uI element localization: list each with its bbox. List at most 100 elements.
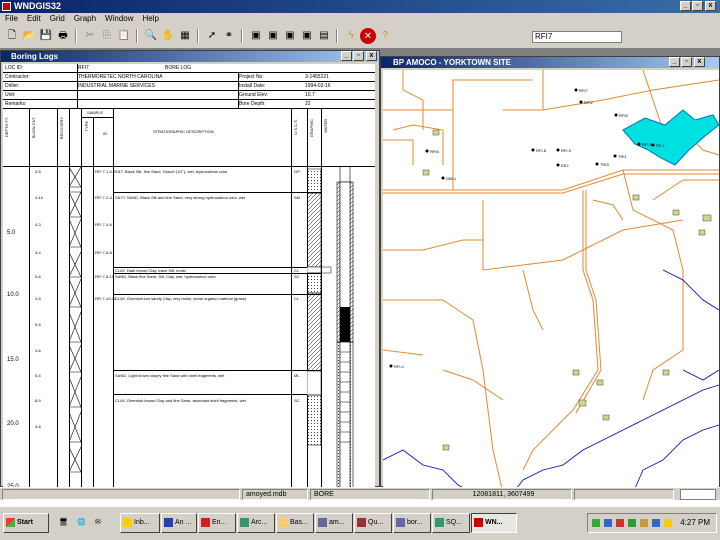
- status-cell-empty: [2, 489, 240, 500]
- ground-label: Ground Elev:: [239, 92, 269, 98]
- row-blow: 5-5: [35, 322, 41, 327]
- task-qu[interactable]: Qu...: [354, 513, 392, 533]
- well-construction-graphic: [307, 167, 354, 492]
- grid-line: [113, 294, 321, 295]
- status-bar: amoyed.mdb BORE 12081811, 3607499: [0, 487, 720, 500]
- row-uscs: SC: [294, 274, 300, 279]
- row-id: RFI 7-1-0-2: [95, 169, 116, 174]
- app-icon: [201, 517, 210, 527]
- bl-minimize-button[interactable]: _: [341, 51, 352, 61]
- print-icon[interactable]: 🖶: [55, 28, 71, 44]
- map-label: DW-1: [446, 176, 457, 181]
- menu-grid[interactable]: Grid: [50, 14, 65, 23]
- status-cell-empty: [574, 489, 674, 500]
- map-minimize-button[interactable]: _: [669, 57, 680, 67]
- menu-window[interactable]: Window: [105, 14, 133, 23]
- hdr-row-3: Driller: INDUSTRIAL MARINE SERVICES Inst…: [3, 82, 375, 91]
- task-sq[interactable]: SQ...: [432, 513, 470, 533]
- quicklaunch-desktop-icon[interactable]: 🖥: [56, 513, 72, 533]
- quicklaunch-outlook-icon[interactable]: ✉: [92, 513, 108, 533]
- view2-icon[interactable]: ▣: [265, 28, 281, 44]
- task-bas[interactable]: Bas...: [276, 513, 314, 533]
- tray-icon[interactable]: [652, 519, 660, 527]
- cut-icon[interactable]: ✂: [82, 28, 98, 44]
- tray-icon[interactable]: [592, 519, 600, 527]
- row-blow: 8-9: [35, 398, 41, 403]
- start-button[interactable]: Start: [3, 513, 49, 533]
- map-window: BP AMOCO - YORKTOWN SITE _ ▫ x RFI7 RFI2…: [380, 56, 720, 493]
- tray-icon[interactable]: [604, 519, 612, 527]
- help-icon[interactable]: ?: [377, 28, 393, 44]
- grid-line: [113, 394, 321, 395]
- clock[interactable]: 4:27 PM: [680, 518, 710, 527]
- tray-icon[interactable]: [616, 519, 624, 527]
- task-bor[interactable]: bor...: [393, 513, 431, 533]
- view4-icon[interactable]: ▣: [299, 28, 315, 44]
- row-blow: 3-6: [35, 274, 41, 279]
- speaker-icon[interactable]: [664, 519, 672, 527]
- col-blow: BLOW CNT: [31, 117, 36, 139]
- word-icon: [164, 517, 173, 527]
- grid-line: [113, 370, 321, 371]
- pan-icon[interactable]: ✋: [160, 28, 176, 44]
- map-label: TRI1: [618, 154, 627, 159]
- contractor-value: THERMORETEC NORTH CAROLINA: [78, 74, 163, 80]
- menu-file[interactable]: File: [5, 14, 18, 23]
- column-header: DEPTH FT. BLOW CNT RECOVERY SAMPLE TYPE …: [3, 109, 375, 167]
- bl-close-button[interactable]: x: [366, 51, 377, 61]
- quicklaunch-ie-icon[interactable]: 🌐: [74, 513, 90, 533]
- view1-icon[interactable]: ▣: [248, 28, 264, 44]
- lightning-icon[interactable]: ϟ: [343, 28, 359, 44]
- location-combo[interactable]: RFI7: [532, 31, 622, 43]
- windows-logo-icon: [6, 517, 15, 527]
- task-label: Qu...: [368, 519, 384, 526]
- minimize-button[interactable]: _: [680, 1, 691, 11]
- map-close-button[interactable]: x: [694, 57, 705, 67]
- restore-button[interactable]: ▫: [692, 1, 703, 11]
- task-inbox[interactable]: Inb...: [120, 513, 160, 533]
- stop-icon[interactable]: ✕: [360, 28, 376, 44]
- view3-icon[interactable]: ▣: [282, 28, 298, 44]
- binoculars-icon[interactable]: ⚭: [221, 28, 237, 44]
- col-graphic: GRAPHIC: [309, 119, 314, 138]
- sql-icon: [435, 517, 444, 527]
- map-label: RFI2: [584, 100, 593, 105]
- site-map-canvas[interactable]: RFI7 RFI2 RFI5 RFI6 RFI-5 RFI-8 RFI-9 DW…: [383, 70, 719, 493]
- zoom-icon[interactable]: 🔍: [143, 28, 159, 44]
- tray-icon[interactable]: [640, 519, 648, 527]
- paste-icon[interactable]: 📋: [116, 28, 132, 44]
- copy-icon[interactable]: ⎘: [99, 28, 115, 44]
- task-wndgis[interactable]: WN...: [471, 513, 517, 533]
- boring-log-sheet: LOC ID: RFI7 BORE LOG Contractor: THERMO…: [3, 64, 375, 492]
- menu-edit[interactable]: Edit: [27, 14, 41, 23]
- layer-icon[interactable]: ▦: [177, 28, 193, 44]
- pointer-icon[interactable]: ➚: [204, 28, 220, 44]
- task-en[interactable]: En...: [198, 513, 236, 533]
- toolbar-separator: [241, 29, 243, 43]
- menu-help[interactable]: Help: [143, 14, 159, 23]
- bl-maximize-button[interactable]: ▫: [353, 51, 364, 61]
- tray-icon[interactable]: [628, 519, 636, 527]
- grid-line: [93, 117, 94, 492]
- task-arc[interactable]: Arc...: [237, 513, 275, 533]
- row-blow: 4-10: [35, 195, 44, 200]
- task-am[interactable]: am...: [315, 513, 353, 533]
- locid-value: RFI7: [78, 65, 89, 71]
- map-maximize-button[interactable]: ▫: [681, 57, 692, 67]
- boring-log-titlebar: Boring Logs _ ▫ x: [1, 51, 379, 62]
- install-label: Install Date:: [239, 83, 266, 89]
- map-label: RFI6: [430, 149, 439, 154]
- site-map[interactable]: RFI7 RFI2 RFI5 RFI6 RFI-5 RFI-8 RFI-9 DW…: [383, 70, 719, 493]
- log-type: BORE LOG: [165, 65, 192, 71]
- wndgis-icon: [474, 517, 483, 527]
- chart-icon[interactable]: ▤: [316, 28, 332, 44]
- open-icon[interactable]: 📂: [21, 28, 37, 44]
- menu-graph[interactable]: Graph: [74, 14, 96, 23]
- close-button[interactable]: x: [705, 1, 716, 11]
- new-icon[interactable]: 🗋: [4, 28, 20, 44]
- task-an[interactable]: An ...: [161, 513, 197, 533]
- row-id: RFI 7-10-12: [95, 296, 117, 301]
- locid-label: LOC ID:: [5, 65, 24, 71]
- toolbar-separator: [197, 29, 199, 43]
- save-icon[interactable]: 💾: [38, 28, 54, 44]
